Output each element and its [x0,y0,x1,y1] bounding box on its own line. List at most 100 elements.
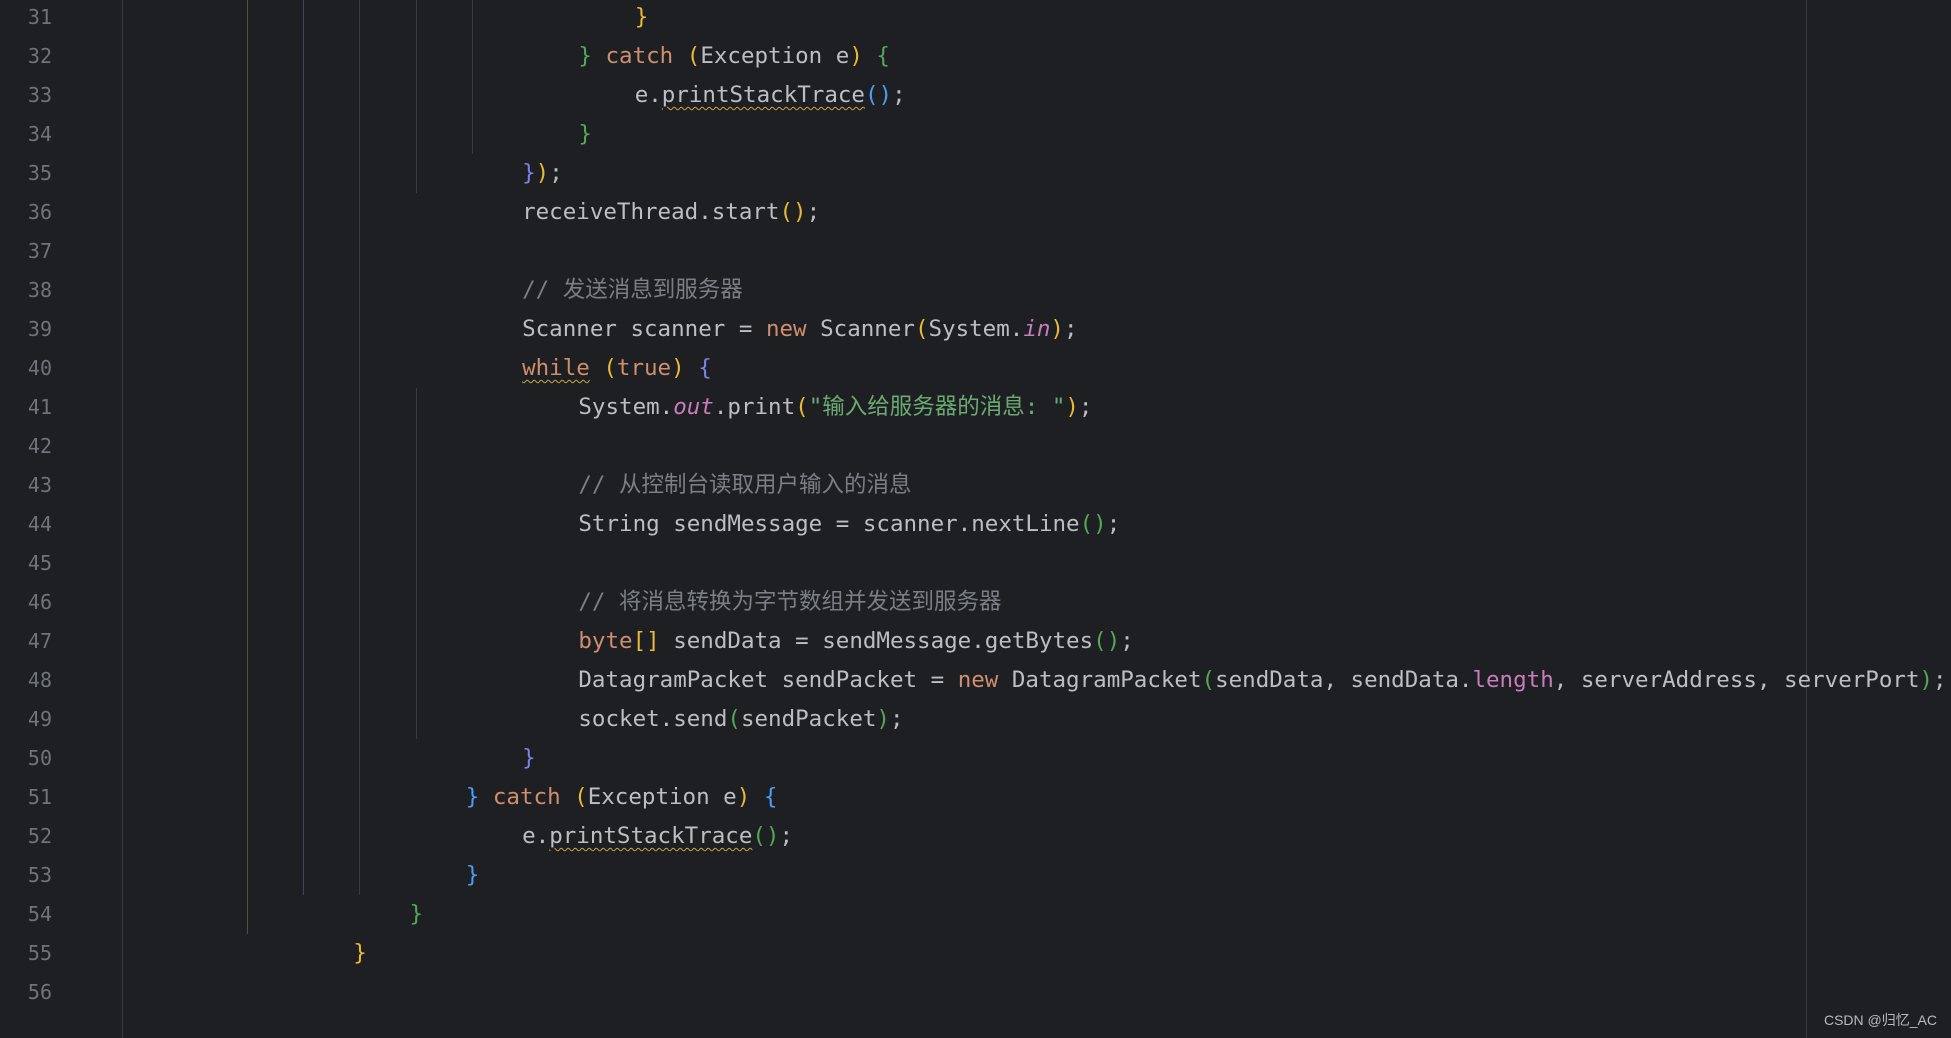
line-number[interactable]: 42 [0,427,52,466]
code-line[interactable]: // 发送消息到服务器 [522,271,743,310]
code-token: ( [727,706,741,732]
code-line[interactable]: e.printStackTrace(); [522,817,793,856]
line-number[interactable]: 47 [0,622,52,661]
code-line[interactable]: } catch (Exception e) { [466,778,778,817]
code-token: DatagramPacket [1011,667,1202,693]
code-line[interactable]: socket.send(sendPacket); [578,700,903,739]
code-token: new [765,316,821,342]
code-line[interactable]: } [353,934,367,973]
code-token: { [763,784,778,810]
code-token: [] [632,628,660,654]
line-number[interactable]: 35 [0,154,52,193]
code-line[interactable]: // 从控制台读取用户输入的消息 [578,466,911,505]
code-line[interactable]: } [410,895,424,934]
code-line[interactable]: DatagramPacket sendPacket = new Datagram… [578,661,1946,700]
line-number[interactable]: 56 [0,973,52,1012]
code-line[interactable]: }); [522,154,563,193]
code-token: System. [578,394,674,420]
indent-guide [359,817,361,895]
code-line[interactable]: e.printStackTrace(); [635,76,906,115]
line-number[interactable]: 37 [0,232,52,271]
code-line[interactable]: } [522,739,536,778]
code-token: { [876,43,890,69]
line-number[interactable]: 43 [0,466,52,505]
line-number[interactable]: 32 [0,37,52,76]
line-number[interactable]: 49 [0,700,52,739]
line-number-gutter[interactable]: 31 32 33 34 35 36 37 38 39 40 41 42 43 44 45 46 47 48 49 50… [0,0,70,1038]
line-number[interactable]: 53 [0,856,52,895]
line-number[interactable]: 45 [0,544,52,583]
line-number[interactable]: 38 [0,271,52,310]
line-number[interactable]: 39 [0,310,52,349]
code-line[interactable]: } [466,856,480,895]
line-number[interactable]: 36 [0,193,52,232]
line-number[interactable]: 31 [0,0,52,37]
code-line[interactable]: receiveThread.start(); [522,193,820,232]
code-token: ( [914,316,929,342]
code-token: sendPacket [740,706,877,732]
code-line[interactable]: String sendMessage = scanner.nextLine(); [578,505,1120,544]
code-token: ; [1120,628,1134,654]
code-token: } [578,121,592,147]
code-token: catch [605,43,687,69]
code-editor[interactable]: 31 32 33 34 35 36 37 38 39 40 41 42 43 44 45 46 47 48 49 50… [0,0,1951,1038]
line-number[interactable]: 33 [0,76,52,115]
code-token: } [465,862,480,888]
line-number[interactable]: 46 [0,583,52,622]
line-number[interactable]: 50 [0,739,52,778]
code-token: () [1093,628,1121,654]
code-token: ) [1065,394,1079,420]
code-token: e. [522,823,550,849]
line-number[interactable]: 55 [0,934,52,973]
code-token: // 发送消息到服务器 [522,277,743,303]
indent-guide [302,0,304,895]
line-number[interactable]: 54 [0,895,52,934]
code-line[interactable]: } [578,115,592,154]
code-token: sendData = sendMessage.getBytes [659,628,1094,654]
line-number[interactable]: 48 [0,661,52,700]
code-token: () [1079,511,1107,537]
line-number[interactable]: 51 [0,778,52,817]
fold-margin-divider [122,0,123,1038]
code-token: } [522,160,536,186]
right-margin-guide [1806,0,1807,1038]
code-token: ) [736,784,764,810]
code-line[interactable]: byte[] sendData = sendMessage.getBytes()… [578,622,1133,661]
code-token: } [353,940,367,966]
line-number[interactable]: 52 [0,817,52,856]
code-token: receiveThread.start [522,199,780,225]
code-token: length [1472,667,1554,693]
code-token: e. [634,82,662,108]
line-number[interactable]: 41 [0,388,52,427]
code-token: ; [779,823,794,849]
line-number[interactable]: 44 [0,505,52,544]
code-token: ( [795,394,809,420]
code-token: () [864,82,893,108]
code-token: ; [892,82,906,108]
code-line[interactable]: } catch (Exception e) { [578,37,890,76]
code-token: } [409,901,424,927]
code-line[interactable]: Scanner scanner = new Scanner(System.in)… [522,310,1077,349]
line-number[interactable]: 40 [0,349,52,388]
code-token: Exception e [700,43,850,69]
code-line[interactable]: System.out.print("输入给服务器的消息: "); [578,388,1092,427]
code-token: ( [1201,667,1216,693]
indent-guide [415,388,417,739]
indent-guide [246,0,248,934]
code-token: "输入给服务器的消息: " [808,394,1066,420]
code-line[interactable]: // 将消息转换为字节数组并发送到服务器 [578,583,1001,622]
code-token: Exception e [587,784,737,810]
indent-guide [471,0,473,76]
code-token: ( [603,355,617,381]
indent-guide [471,76,473,154]
code-token: ) [876,706,890,732]
code-token: ; [549,160,563,186]
code-line[interactable]: } [635,0,649,37]
code-line[interactable]: while (true) { [522,349,712,388]
code-token: // 从控制台读取用户输入的消息 [578,472,912,498]
code-token: printStackTrace [549,823,753,849]
code-token: ) [849,43,877,69]
line-number[interactable]: 34 [0,115,52,154]
code-token: printStackTrace [661,82,865,108]
